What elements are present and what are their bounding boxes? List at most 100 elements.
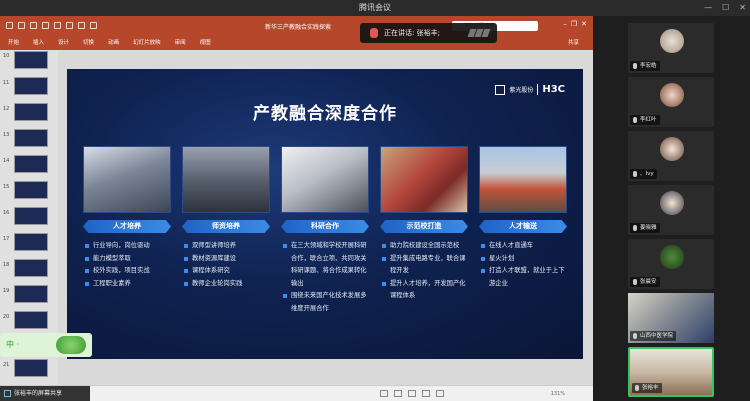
thumb-number: 10 bbox=[3, 53, 10, 59]
thumb-number: 13 bbox=[3, 132, 10, 138]
ppt-close-icon[interactable]: ✕ bbox=[581, 20, 587, 28]
participant-name: 张裕丰 bbox=[632, 383, 662, 393]
photo-job-fair bbox=[479, 146, 567, 213]
thumb-number: 11 bbox=[3, 80, 10, 86]
sorter-view-icon[interactable] bbox=[408, 390, 416, 397]
floating-input-widget[interactable]: 中 · bbox=[0, 333, 92, 357]
more-icon[interactable] bbox=[90, 22, 97, 29]
view-buttons bbox=[380, 390, 444, 397]
redo-icon[interactable] bbox=[30, 22, 37, 29]
notes-icon[interactable] bbox=[380, 390, 388, 397]
bullet-item: 教材资源库建设 bbox=[182, 253, 270, 266]
slide-thumbnail[interactable] bbox=[14, 51, 48, 69]
participant-name: 、Ivy bbox=[630, 169, 657, 179]
tab-insert[interactable]: 插入 bbox=[33, 36, 44, 50]
column-bullets: 助力院校建设全国示范校 提升集成电路专业，联合课程开发 提升人才培养，开发国产化… bbox=[380, 240, 468, 303]
share-button[interactable]: 共享 bbox=[568, 36, 579, 50]
bullet-item: 提升集成电路专业，联合课程开发 bbox=[380, 253, 468, 278]
slide-thumbnail[interactable] bbox=[14, 181, 48, 199]
participant-tile-active-speaker[interactable]: 张裕丰 bbox=[628, 347, 714, 397]
column-talent-delivery: 人才输送 在线人才直通车 星火计划 打造人才联盟，就业于上下游企业 bbox=[479, 146, 567, 290]
avatar bbox=[660, 83, 684, 107]
tab-slideshow[interactable]: 幻灯片放映 bbox=[133, 36, 161, 50]
participant-name: 李红叶 bbox=[630, 115, 660, 125]
ppt-restore-icon[interactable]: ❐ bbox=[571, 20, 577, 28]
slide-thumbnail[interactable] bbox=[14, 129, 48, 147]
logo-brand: H3C bbox=[537, 84, 565, 95]
leaf-icon bbox=[56, 336, 86, 354]
avatar bbox=[660, 245, 684, 269]
participant-tile[interactable]: 李红叶 bbox=[628, 77, 714, 127]
quick-access-toolbar bbox=[6, 22, 97, 29]
column-heading: 科研合作 bbox=[281, 220, 369, 233]
photo-unveiling-ceremony bbox=[380, 146, 468, 213]
tab-animations[interactable]: 动画 bbox=[108, 36, 119, 50]
bullet-item: 双师型讲师培养 bbox=[182, 240, 270, 253]
photo-lecture-hall bbox=[182, 146, 270, 213]
thumb-number: 21 bbox=[3, 362, 10, 368]
slide-thumbnail[interactable] bbox=[14, 233, 48, 251]
slideshow-view-icon[interactable] bbox=[436, 390, 444, 397]
slide-thumbnail[interactable] bbox=[14, 77, 48, 95]
tab-home[interactable]: 开始 bbox=[8, 36, 19, 50]
ppt-titlebar: 新华三产教融合实践探索 操作说明搜索 – ❐ ✕ bbox=[0, 16, 593, 36]
thumb-number: 14 bbox=[3, 158, 10, 164]
bullet-item: 打造人才联盟，就业于上下游企业 bbox=[479, 265, 567, 290]
save-icon[interactable] bbox=[6, 22, 13, 29]
participant-name: 山西中医学院 bbox=[630, 331, 677, 341]
normal-view-icon[interactable] bbox=[394, 390, 402, 397]
participant-name: 姜晓雅 bbox=[630, 223, 660, 233]
participant-name: 李宏皓 bbox=[630, 61, 660, 71]
photo-classroom bbox=[83, 146, 171, 213]
tab-review[interactable]: 审阅 bbox=[175, 36, 186, 50]
speaker-avatar-icon bbox=[370, 28, 378, 38]
customize-icon[interactable] bbox=[54, 22, 61, 29]
slide-thumbnail[interactable] bbox=[14, 103, 48, 121]
bullet-item: 行业导向，岗位驱动 bbox=[83, 240, 171, 253]
speaking-label: 正在讲话: 张裕丰; bbox=[384, 29, 440, 37]
avatar bbox=[660, 191, 684, 215]
undo-icon[interactable] bbox=[18, 22, 25, 29]
column-heading: 师资培养 bbox=[182, 220, 270, 233]
slide-thumbnail[interactable] bbox=[14, 359, 48, 377]
bullet-item: 提升人才培养，开发国产化课程体系 bbox=[380, 278, 468, 303]
reading-view-icon[interactable] bbox=[422, 390, 430, 397]
maximize-icon[interactable]: ☐ bbox=[722, 0, 729, 16]
start-slideshow-icon[interactable] bbox=[42, 22, 49, 29]
widget-text: 中 · bbox=[6, 340, 20, 349]
slide-thumbnail[interactable] bbox=[14, 311, 48, 329]
logo-mark-icon bbox=[495, 84, 506, 95]
tab-view[interactable]: 视图 bbox=[200, 36, 211, 50]
tab-transitions[interactable]: 切换 bbox=[83, 36, 94, 50]
slide-thumbnail[interactable] bbox=[14, 285, 48, 303]
participant-tile[interactable]: 、Ivy bbox=[628, 131, 714, 181]
column-talent-training: 人才培养 行业导向，岗位驱动 能力模型萃取 校外实践，项目实战 工程职业素养 bbox=[83, 146, 171, 290]
participant-tile[interactable]: 山西中医学院 bbox=[628, 293, 714, 343]
bullet-item: 星火计划 bbox=[479, 253, 567, 266]
participant-tile[interactable]: 姜晓雅 bbox=[628, 185, 714, 235]
slide-thumbnail[interactable] bbox=[14, 259, 48, 277]
participant-tile[interactable]: 张晨安 bbox=[628, 239, 714, 289]
tab-design[interactable]: 设计 bbox=[58, 36, 69, 50]
audio-level-icon bbox=[467, 29, 491, 37]
close-icon[interactable]: ✕ bbox=[739, 0, 746, 16]
slide-thumbnail[interactable] bbox=[14, 155, 48, 173]
window-titlebar: 腾讯会议 — ☐ ✕ bbox=[0, 0, 750, 16]
zoom-level[interactable]: 131% bbox=[551, 391, 565, 397]
format-icon[interactable] bbox=[66, 22, 73, 29]
avatar bbox=[660, 29, 684, 53]
thumb-number: 20 bbox=[3, 314, 10, 320]
minimize-icon[interactable]: — bbox=[704, 0, 712, 16]
avatar bbox=[660, 137, 684, 161]
thumb-number: 19 bbox=[3, 288, 10, 294]
font-icon[interactable] bbox=[78, 22, 85, 29]
participants-panel: 李宏皓 李红叶 、Ivy 姜晓雅 张晨安 山西中医学院 张裕丰 bbox=[593, 16, 750, 401]
ppt-minimize-icon[interactable]: – bbox=[563, 20, 567, 28]
column-faculty-training: 师资培养 双师型讲师培养 教材资源库建设 课程体系研究 教师企业轮岗实践 bbox=[182, 146, 270, 290]
thumb-number: 17 bbox=[3, 236, 10, 242]
participant-tile[interactable]: 李宏皓 bbox=[628, 23, 714, 73]
bullet-item: 课程体系研究 bbox=[182, 265, 270, 278]
speaking-indicator: 正在讲话: 张裕丰; bbox=[360, 23, 497, 43]
window-title: 腾讯会议 bbox=[359, 3, 391, 12]
slide-thumbnail[interactable] bbox=[14, 207, 48, 225]
